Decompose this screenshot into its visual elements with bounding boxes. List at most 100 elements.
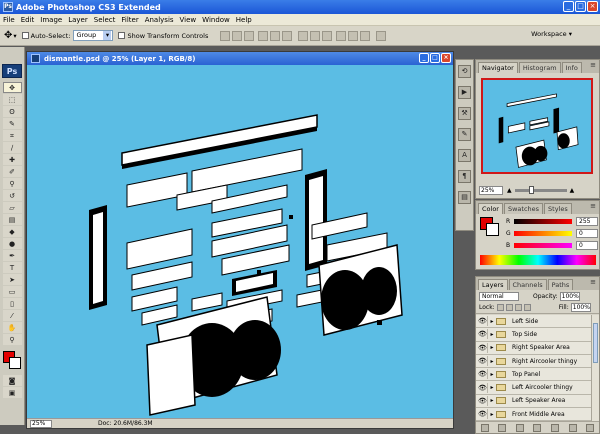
layer-style-icon[interactable] bbox=[498, 423, 507, 432]
doc-minimize-button[interactable]: _ bbox=[419, 53, 429, 63]
lock-all-icon[interactable] bbox=[523, 304, 531, 311]
visibility-eye-icon[interactable]: 👁 bbox=[478, 356, 488, 367]
menu-view[interactable]: View bbox=[180, 16, 197, 24]
align-hcenter-icon[interactable] bbox=[270, 30, 281, 41]
color-r-slider[interactable] bbox=[514, 219, 572, 224]
tab-paths[interactable]: Paths bbox=[547, 279, 574, 290]
menu-window[interactable]: Window bbox=[202, 16, 230, 24]
marquee-tool-icon[interactable]: ⬚ bbox=[2, 94, 22, 105]
zoom-in-icon[interactable]: ▲ bbox=[570, 187, 575, 194]
menu-select[interactable]: Select bbox=[94, 16, 116, 24]
color-r-value[interactable]: 255 bbox=[576, 217, 598, 226]
layer-mask-icon[interactable] bbox=[515, 423, 524, 432]
expand-triangle-icon[interactable]: ▸ bbox=[488, 411, 496, 418]
quick-mask-icon[interactable]: ◙ bbox=[2, 375, 22, 386]
visibility-eye-icon[interactable]: 👁 bbox=[478, 409, 488, 420]
move-tool-preset-icon[interactable]: ✥ bbox=[4, 30, 12, 41]
visibility-eye-icon[interactable]: 👁 bbox=[478, 316, 488, 327]
distribute-hcenter-icon[interactable] bbox=[348, 30, 359, 41]
doc-close-button[interactable]: × bbox=[441, 53, 451, 63]
layers-panel-menu-icon[interactable]: ≡ bbox=[590, 278, 596, 286]
layers-scrollbar-thumb[interactable] bbox=[593, 323, 598, 363]
new-group-icon[interactable] bbox=[551, 423, 560, 432]
menu-analysis[interactable]: Analysis bbox=[145, 16, 174, 24]
dock-character-icon[interactable]: A bbox=[458, 149, 471, 162]
notes-tool-icon[interactable]: ▯ bbox=[2, 298, 22, 309]
layer-row[interactable]: 👁 ▸ Left Speaker Area bbox=[476, 395, 592, 409]
transform-controls-checkbox[interactable] bbox=[118, 32, 126, 39]
expand-triangle-icon[interactable]: ▸ bbox=[488, 331, 496, 338]
zoom-tool-icon[interactable]: ⚲ bbox=[2, 334, 22, 345]
blend-mode-dropdown[interactable]: Normal bbox=[479, 291, 519, 301]
history-brush-tool-icon[interactable]: ↺ bbox=[2, 190, 22, 201]
maximize-button[interactable]: □ bbox=[575, 1, 586, 12]
background-color-swatch[interactable] bbox=[9, 357, 21, 369]
color-spectrum-ramp[interactable] bbox=[480, 255, 596, 265]
type-tool-icon[interactable]: T bbox=[2, 262, 22, 273]
dock-paragraph-icon[interactable]: ¶ bbox=[458, 170, 471, 183]
expand-triangle-icon[interactable]: ▸ bbox=[488, 358, 496, 365]
tab-channels[interactable]: Channels bbox=[508, 279, 547, 290]
color-panel-menu-icon[interactable]: ≡ bbox=[590, 202, 596, 210]
new-layer-icon[interactable] bbox=[568, 423, 577, 432]
align-bottom-icon[interactable] bbox=[244, 30, 255, 41]
layer-row[interactable]: 👁 ▸ Top Side bbox=[476, 328, 592, 342]
align-top-icon[interactable] bbox=[220, 30, 231, 41]
visibility-eye-icon[interactable]: 👁 bbox=[478, 329, 488, 340]
tab-navigator[interactable]: Navigator bbox=[478, 62, 518, 73]
path-select-tool-icon[interactable]: ➤ bbox=[2, 274, 22, 285]
color-swatches[interactable] bbox=[1, 349, 23, 371]
slice-tool-icon[interactable]: ∕ bbox=[2, 142, 22, 153]
screen-mode-icon[interactable]: ▣ bbox=[2, 387, 22, 398]
color-panel-background-swatch[interactable] bbox=[486, 223, 499, 236]
document-size-info[interactable]: Doc: 20.6M/86.3M bbox=[98, 420, 153, 427]
tab-histogram[interactable]: Histogram bbox=[518, 62, 561, 73]
document-zoom-field[interactable]: 25% bbox=[30, 419, 52, 428]
auto-align-icon[interactable] bbox=[376, 30, 387, 41]
close-button[interactable]: × bbox=[587, 1, 598, 12]
dock-actions-icon[interactable]: ▶ bbox=[458, 86, 471, 99]
tab-layers[interactable]: Layers bbox=[478, 279, 508, 290]
delete-layer-icon[interactable] bbox=[586, 423, 595, 432]
navigator-zoom-field[interactable]: 25% bbox=[479, 186, 503, 195]
lock-transparent-icon[interactable] bbox=[496, 304, 504, 311]
auto-select-checkbox[interactable] bbox=[21, 32, 29, 39]
color-b-slider[interactable] bbox=[514, 243, 572, 248]
tool-preset-dropdown-icon[interactable]: ▾ bbox=[13, 32, 16, 40]
visibility-eye-icon[interactable]: 👁 bbox=[478, 382, 488, 393]
quick-select-tool-icon[interactable]: ✎ bbox=[2, 118, 22, 129]
visibility-eye-icon[interactable]: 👁 bbox=[478, 369, 488, 380]
hand-tool-icon[interactable]: ✋ bbox=[2, 322, 22, 333]
layer-row[interactable]: 👁 ▸ Top Panel bbox=[476, 368, 592, 382]
lock-image-icon[interactable] bbox=[505, 304, 513, 311]
color-b-value[interactable]: 0 bbox=[576, 241, 598, 250]
menu-image[interactable]: Image bbox=[40, 16, 62, 24]
crop-tool-icon[interactable]: ⌗ bbox=[2, 130, 22, 141]
adjustment-layer-icon[interactable] bbox=[533, 423, 542, 432]
layer-row[interactable]: 👁 ▸ Left Aircooler thingy bbox=[476, 381, 592, 395]
layer-row[interactable]: 👁 ▸ Right Aircooler thingy bbox=[476, 355, 592, 369]
visibility-eye-icon[interactable]: 👁 bbox=[478, 342, 488, 353]
link-layers-icon[interactable] bbox=[480, 423, 489, 432]
doc-maximize-button[interactable]: □ bbox=[430, 53, 440, 63]
distribute-bottom-icon[interactable] bbox=[322, 30, 333, 41]
move-tool-icon[interactable]: ✥ bbox=[2, 82, 22, 93]
opacity-field[interactable]: 100% bbox=[559, 291, 580, 301]
tab-color[interactable]: Color bbox=[478, 203, 503, 214]
blur-tool-icon[interactable]: ◆ bbox=[2, 226, 22, 237]
distribute-top-icon[interactable] bbox=[298, 30, 309, 41]
layers-scrollbar[interactable] bbox=[591, 315, 599, 423]
brush-tool-icon[interactable]: ✐ bbox=[2, 166, 22, 177]
layer-row[interactable]: 👁 ▸ Left Side bbox=[476, 315, 592, 329]
navigator-zoom-slider-knob[interactable] bbox=[528, 186, 534, 194]
dock-tool-presets-icon[interactable]: ⚒ bbox=[458, 107, 471, 120]
dock-clone-source-icon[interactable]: ▤ bbox=[458, 191, 471, 204]
menu-file[interactable]: File bbox=[3, 16, 15, 24]
heal-tool-icon[interactable]: ✚ bbox=[2, 154, 22, 165]
layer-row[interactable]: 👁 ▸ Front Middle Area bbox=[476, 408, 592, 422]
layer-row[interactable]: 👁 ▸ Right Speaker Area bbox=[476, 342, 592, 355]
lock-position-icon[interactable] bbox=[514, 304, 522, 311]
menu-edit[interactable]: Edit bbox=[21, 16, 35, 24]
distribute-left-icon[interactable] bbox=[336, 30, 347, 41]
tab-styles[interactable]: Styles bbox=[544, 203, 572, 214]
